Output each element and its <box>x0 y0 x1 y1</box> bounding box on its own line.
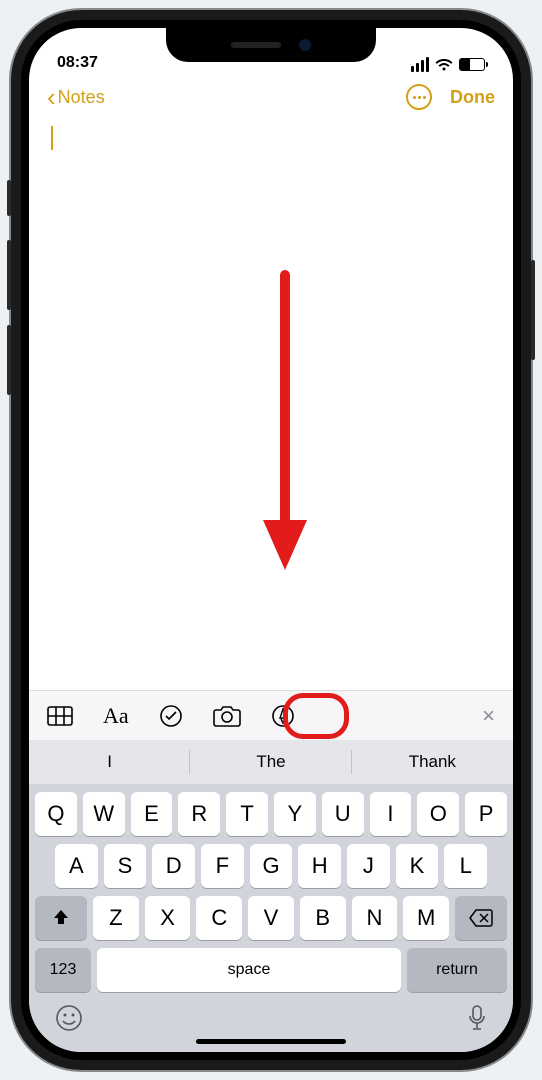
key-a[interactable]: A <box>55 844 98 888</box>
key-z[interactable]: Z <box>93 896 139 940</box>
key-c[interactable]: C <box>196 896 242 940</box>
key-r[interactable]: R <box>178 792 220 836</box>
volume-up-button <box>7 240 11 310</box>
checklist-button[interactable] <box>159 704 183 728</box>
key-m[interactable]: M <box>403 896 449 940</box>
suggestion[interactable]: Thank <box>352 740 513 784</box>
dictation-button[interactable] <box>467 1004 487 1037</box>
key-i[interactable]: I <box>370 792 412 836</box>
key-t[interactable]: T <box>226 792 268 836</box>
key-u[interactable]: U <box>322 792 364 836</box>
done-button[interactable]: Done <box>450 87 495 108</box>
key-o[interactable]: O <box>417 792 459 836</box>
key-q[interactable]: Q <box>35 792 77 836</box>
key-backspace[interactable] <box>455 896 507 940</box>
phone-frame: 08:37 ‹ Notes Done <box>11 10 531 1070</box>
key-space[interactable]: space <box>97 948 401 992</box>
more-button[interactable] <box>406 84 432 110</box>
key-p[interactable]: P <box>465 792 507 836</box>
text-format-button[interactable]: Aa <box>103 703 129 729</box>
camera-icon <box>213 705 241 727</box>
shift-icon <box>51 908 71 928</box>
nav-bar: ‹ Notes Done <box>29 74 513 120</box>
key-s[interactable]: S <box>104 844 147 888</box>
volume-down-button <box>7 325 11 395</box>
emoji-icon <box>55 1004 83 1032</box>
home-indicator[interactable] <box>196 1039 346 1044</box>
key-v[interactable]: V <box>248 896 294 940</box>
power-button <box>531 260 535 360</box>
key-j[interactable]: J <box>347 844 390 888</box>
back-button[interactable]: ‹ Notes <box>47 84 105 110</box>
suggestion[interactable]: I <box>29 740 190 784</box>
text-cursor <box>51 126 53 150</box>
key-numeric[interactable]: 123 <box>35 948 91 992</box>
key-f[interactable]: F <box>201 844 244 888</box>
key-return[interactable]: return <box>407 948 507 992</box>
table-button[interactable] <box>47 706 73 726</box>
suggestion-bar: I The Thank <box>29 740 513 784</box>
key-d[interactable]: D <box>152 844 195 888</box>
close-toolbar-button[interactable]: × <box>482 703 495 729</box>
key-x[interactable]: X <box>145 896 191 940</box>
cellular-signal-icon <box>411 57 429 72</box>
check-circle-icon <box>159 704 183 728</box>
battery-icon <box>459 58 485 71</box>
camera-button[interactable] <box>213 705 241 727</box>
key-e[interactable]: E <box>131 792 173 836</box>
backspace-icon <box>469 909 493 927</box>
microphone-icon <box>467 1004 487 1032</box>
key-g[interactable]: G <box>250 844 293 888</box>
pen-circle-icon <box>271 704 295 728</box>
key-shift[interactable] <box>35 896 87 940</box>
notch <box>166 28 376 62</box>
screen: 08:37 ‹ Notes Done <box>29 28 513 1052</box>
note-editor[interactable] <box>29 120 513 690</box>
key-h[interactable]: H <box>298 844 341 888</box>
back-label: Notes <box>58 87 105 108</box>
chevron-left-icon: ‹ <box>47 84 56 110</box>
wifi-icon <box>435 58 453 72</box>
keyboard: I The Thank Q W E R T Y U I O P A <box>29 740 513 1052</box>
table-icon <box>47 706 73 726</box>
key-k[interactable]: K <box>396 844 439 888</box>
markup-button[interactable] <box>271 704 295 728</box>
suggestion[interactable]: The <box>190 740 351 784</box>
emoji-button[interactable] <box>55 1004 83 1037</box>
key-y[interactable]: Y <box>274 792 316 836</box>
mute-switch <box>7 180 11 216</box>
status-time: 08:37 <box>57 54 98 72</box>
key-n[interactable]: N <box>352 896 398 940</box>
key-l[interactable]: L <box>444 844 487 888</box>
key-w[interactable]: W <box>83 792 125 836</box>
annotation-arrow <box>257 270 327 580</box>
format-toolbar: Aa × <box>29 690 513 740</box>
key-b[interactable]: B <box>300 896 346 940</box>
